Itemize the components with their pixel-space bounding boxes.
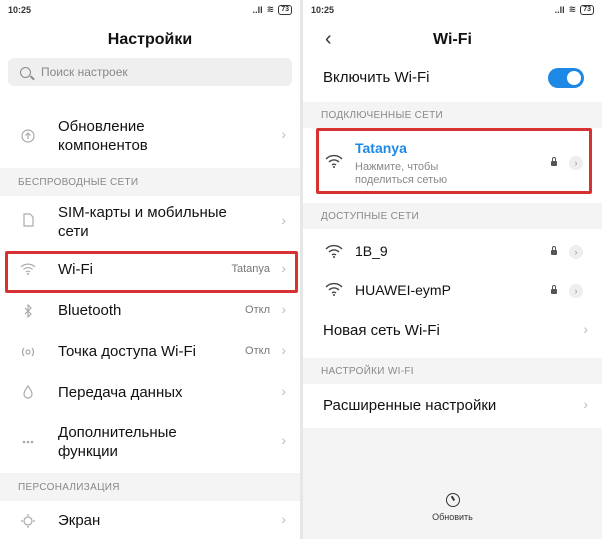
page-title: Wi-Fi <box>433 31 472 48</box>
data-usage-icon <box>20 384 36 400</box>
more-functions-icon <box>20 434 36 450</box>
search-bar[interactable]: Поиск настроек <box>8 58 292 86</box>
lock-icon <box>551 246 557 255</box>
wifi-toggle[interactable] <box>548 68 584 88</box>
settings-item-value: Откл <box>245 304 270 316</box>
settings-item-label: Передача данных <box>58 384 183 401</box>
chevron-right-icon: › <box>281 432 286 448</box>
chevron-right-icon: › <box>281 301 286 317</box>
advanced-settings-label: Расширенные настройки <box>323 397 497 414</box>
settings-item-data[interactable]: Передача данных › <box>0 376 300 410</box>
advanced-settings-row[interactable]: Расширенные настройки › <box>303 390 602 424</box>
bottom-area <box>303 428 602 539</box>
settings-item-label: Точка доступа Wi-Fi <box>58 343 196 360</box>
chevron-right-icon: › <box>583 396 588 412</box>
settings-panel: 10:25 ..ll ≋ 73 Настройки Поиск настроек… <box>0 0 300 539</box>
settings-item-sim[interactable]: SIM-карты и мобильные сети › <box>0 201 300 243</box>
page-title: Настройки <box>107 31 193 48</box>
lock-icon <box>551 285 557 294</box>
status-time: 10:25 <box>311 5 335 15</box>
highlight-frame <box>316 128 592 194</box>
refresh-button[interactable]: Обновить <box>303 493 602 522</box>
wifi-status-icon: ≋ <box>266 4 275 14</box>
hotspot-icon <box>20 344 36 360</box>
signal-icon: ..ll <box>554 4 565 15</box>
status-time: 10:25 <box>8 5 32 15</box>
chevron-right-icon: › <box>281 126 286 142</box>
add-network-label: Новая сеть Wi-Fi <box>323 322 440 339</box>
network-name: HUAWEI-eymP <box>355 282 451 298</box>
battery-icon: 73 <box>580 4 594 15</box>
network-details-icon[interactable]: › <box>569 245 583 259</box>
chevron-right-icon: › <box>583 321 588 337</box>
chevron-right-icon: › <box>281 383 286 399</box>
settings-item-label: SIM-карты и мобильные сети <box>58 204 227 240</box>
available-network-row[interactable]: HUAWEI-eymP › <box>303 274 602 306</box>
settings-item-display[interactable]: Экран › <box>0 505 300 539</box>
section-header-available: ДОСТУПНЫЕ СЕТИ <box>303 203 602 229</box>
chevron-right-icon: › <box>281 511 286 527</box>
battery-icon: 73 <box>278 4 292 15</box>
arrow-up-circle-icon <box>20 128 36 144</box>
section-header-wifi-settings: НАСТРОЙКИ WI-FI <box>303 358 602 384</box>
network-name: 1B_9 <box>355 243 388 259</box>
add-network-row[interactable]: Новая сеть Wi-Fi › <box>303 314 602 348</box>
settings-item-label: Дополнительные функции <box>58 424 177 460</box>
section-header-connected: ПОДКЛЮЧЕННЫЕ СЕТИ <box>303 102 602 128</box>
wifi-enable-row[interactable]: Включить Wi-Fi <box>303 62 602 94</box>
status-bar: 10:25 ..ll ≋ 73 <box>0 0 300 20</box>
settings-item-label: Обновление компонентов <box>58 118 148 154</box>
wifi-status-icon: ≋ <box>568 4 577 14</box>
network-details-icon[interactable]: › <box>569 284 583 298</box>
settings-item-label: Bluetooth <box>58 302 122 319</box>
settings-item-bluetooth[interactable]: Bluetooth Откл › <box>0 295 300 329</box>
settings-item-additional[interactable]: Дополнительные функции › <box>0 420 300 464</box>
settings-item-updates[interactable]: Обновление компонентов › <box>0 114 300 158</box>
search-placeholder: Поиск настроек <box>41 65 128 79</box>
wifi-panel: 10:25 ..ll ≋ 73 ‹ Wi-Fi Включить Wi-Fi П… <box>303 0 602 539</box>
chevron-right-icon: › <box>281 342 286 358</box>
search-icon <box>20 66 31 78</box>
bluetooth-icon <box>20 303 36 319</box>
highlight-frame <box>5 251 298 293</box>
settings-item-value: Откл <box>245 345 270 357</box>
signal-icon: ..ll <box>252 4 263 15</box>
status-bar: 10:25 ..ll ≋ 73 <box>303 0 602 20</box>
settings-item-label: Экран <box>58 512 101 529</box>
display-icon <box>20 513 36 529</box>
section-header-personalization: ПЕРСОНАЛИЗАЦИЯ <box>0 473 300 501</box>
wifi-signal-icon <box>325 244 343 258</box>
chevron-right-icon: › <box>281 212 286 228</box>
available-network-row[interactable]: 1B_9 › <box>303 236 602 268</box>
sim-card-icon <box>20 212 36 228</box>
refresh-icon <box>445 493 460 507</box>
settings-item-hotspot[interactable]: Точка доступа Wi-Fi Откл › <box>0 336 300 370</box>
wifi-signal-icon <box>325 282 343 296</box>
section-header-wireless: БЕСПРОВОДНЫЕ СЕТИ <box>0 168 300 196</box>
wifi-enable-label: Включить Wi-Fi <box>323 69 430 86</box>
refresh-label: Обновить <box>432 512 473 522</box>
